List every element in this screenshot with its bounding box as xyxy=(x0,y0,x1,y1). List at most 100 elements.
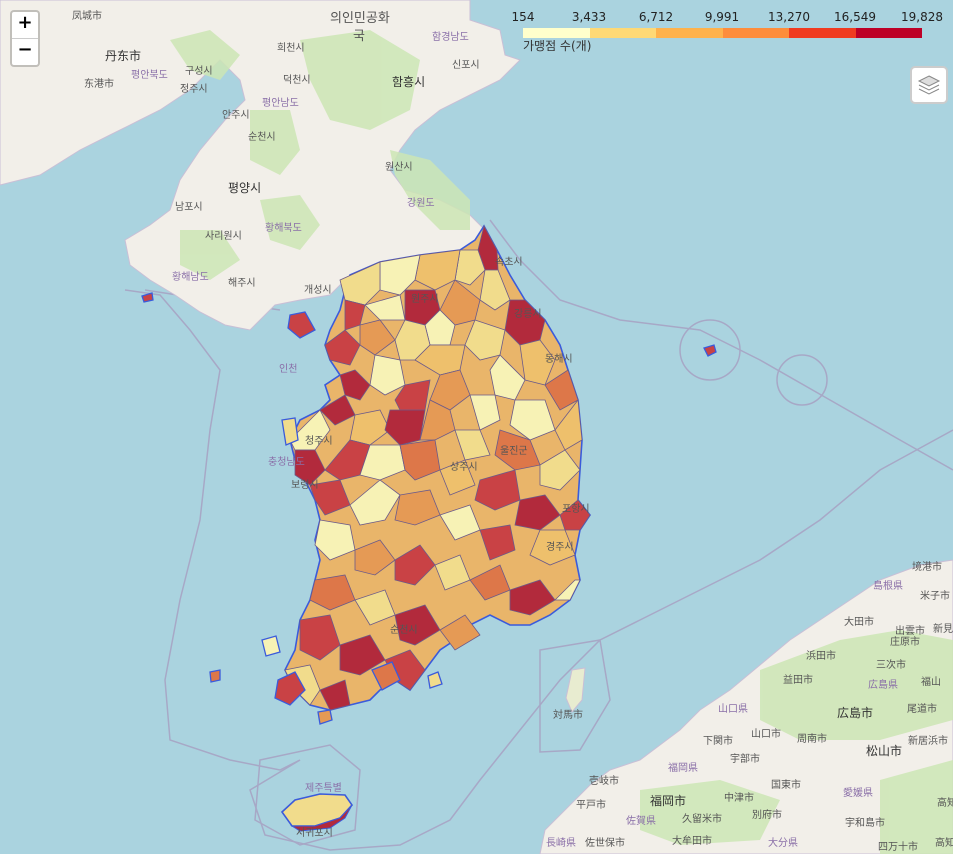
label-shobara: 庄原市 xyxy=(890,635,920,648)
label-cheongju: 청주시 xyxy=(305,435,333,447)
legend-swatch xyxy=(855,28,922,38)
label-sasebo: 佐世保市 xyxy=(585,836,625,849)
label-fukuoka: 福岡市 xyxy=(650,793,686,808)
label-shimanto: 四万十市 xyxy=(878,840,918,853)
label-jeju: 제주특별 xyxy=(305,782,342,794)
legend-title: 가맹점 수(개) xyxy=(523,39,592,53)
legend-tick: 16,549 xyxy=(834,10,876,24)
zoom-out-button[interactable]: − xyxy=(12,38,38,65)
label-iki: 壱岐市 xyxy=(589,774,619,787)
label-boryeong: 보령시 xyxy=(291,479,319,491)
label-hiroshima-pref: 広島県 xyxy=(868,678,898,691)
label-omuta: 大牟田市 xyxy=(672,834,712,847)
zoom-control: + − xyxy=(10,10,40,67)
label-kochi: 高知 xyxy=(937,796,953,809)
label-pyonganbuk: 평안북도 xyxy=(131,69,168,81)
label-kusong: 구성시 xyxy=(185,65,213,77)
label-onomichi: 尾道市 xyxy=(907,702,937,715)
label-tokchon: 덕천시 xyxy=(283,74,311,86)
label-yonago: 米子市 xyxy=(920,589,950,602)
label-hamhung: 함흥시 xyxy=(392,75,425,89)
label-kunisaki: 国東市 xyxy=(771,778,801,791)
label-seogwipo: 서귀포시 xyxy=(296,827,333,839)
label-pyongyang: 평양시 xyxy=(228,181,261,195)
map-canvas[interactable]: 凤城市 丹东市 东港市 의인민공화 국 함경남도 신포시 함흥시 희천시 구성시… xyxy=(0,0,953,854)
label-nakatsu: 中津市 xyxy=(724,791,754,804)
label-dandong: 丹东市 xyxy=(105,48,141,63)
label-matsuyama: 松山市 xyxy=(866,743,902,758)
label-guk: 국 xyxy=(353,29,365,44)
label-ube: 宇部市 xyxy=(730,752,760,765)
label-donghae: 동해시 xyxy=(545,352,573,365)
label-hwanghaenam: 황해남도 xyxy=(172,270,209,283)
label-beppu: 別府市 xyxy=(752,808,782,821)
label-sangju: 상주시 xyxy=(450,461,478,473)
label-saga: 佐賀県 xyxy=(626,815,656,827)
label-oda: 大田市 xyxy=(844,615,874,628)
label-incheon: 인천 xyxy=(279,363,297,375)
label-yamaguchi: 山口市 xyxy=(751,727,781,740)
label-anju: 안주시 xyxy=(222,109,250,121)
label-suncheon: 순천시 xyxy=(390,624,418,636)
label-chongju: 정주시 xyxy=(180,83,208,95)
label-shimonoseki: 下関市 xyxy=(703,734,733,747)
zoom-in-button[interactable]: + xyxy=(12,12,38,38)
label-yamaguchi-pref: 山口県 xyxy=(718,703,748,715)
legend-swatch xyxy=(656,28,723,38)
legend-swatch xyxy=(789,28,856,38)
label-kaesong: 개성시 xyxy=(304,284,332,296)
label-masuda: 益田市 xyxy=(783,673,813,686)
label-kurume: 久留米市 xyxy=(682,812,722,825)
label-dprk: 의인민공화 xyxy=(330,11,390,26)
legend-tick: 9,991 xyxy=(704,10,740,24)
label-hwanghaebuk: 황해북도 xyxy=(265,221,302,234)
label-chungnam: 충청남도 xyxy=(268,456,305,468)
label-shimane: 島根県 xyxy=(873,579,903,592)
label-hamgyongnam: 함경남도 xyxy=(432,30,469,43)
label-nagasaki: 長崎県 xyxy=(546,836,576,849)
label-sokcho: 속초시 xyxy=(495,256,523,268)
legend-tick: 19,828 xyxy=(901,10,943,24)
label-pohang: 포항시 xyxy=(562,503,590,515)
label-gyeongju: 경주시 xyxy=(546,540,574,553)
label-hamada: 浜田市 xyxy=(806,649,836,662)
label-haeju: 해주시 xyxy=(228,276,256,289)
label-oita: 大分県 xyxy=(768,836,798,849)
label-tsushima: 対馬市 xyxy=(553,708,583,721)
label-uljin: 울진군 xyxy=(500,445,528,457)
legend-tick: 6,712 xyxy=(638,10,674,24)
label-hirado: 平戸市 xyxy=(576,798,606,811)
label-fengcheng: 凤城市 xyxy=(72,9,102,22)
label-gangwon-nk: 강원도 xyxy=(407,197,435,209)
legend-swatch xyxy=(589,28,656,38)
label-miyoshi: 三次市 xyxy=(876,658,906,671)
label-sinpo: 신포시 xyxy=(452,59,480,71)
layers-button[interactable] xyxy=(910,66,948,104)
label-huichon: 희천시 xyxy=(277,42,305,54)
label-uwajima: 宇和島市 xyxy=(845,816,885,829)
label-fukuyama: 福山 xyxy=(921,675,941,688)
legend-tick: 154 xyxy=(511,10,535,24)
label-kochi2: 高知 xyxy=(935,836,953,849)
label-wonsan: 원산시 xyxy=(385,161,413,173)
label-donggang: 东港市 xyxy=(84,77,114,90)
legend-swatch xyxy=(722,28,789,38)
label-niihama: 新居浜市 xyxy=(908,734,948,747)
label-shunan: 周南市 xyxy=(797,732,827,745)
label-sariwon: 사리원시 xyxy=(205,230,242,242)
label-sakaiminato: 境港市 xyxy=(912,560,942,573)
legend-tick: 13,270 xyxy=(768,10,810,24)
label-hiroshima: 広島市 xyxy=(837,705,873,720)
label-izumo: 出雲市 xyxy=(895,624,925,637)
legend-tick: 3,433 xyxy=(571,10,607,24)
layers-icon xyxy=(917,75,941,95)
color-legend: 154 3,433 6,712 9,991 13,270 16,549 19,8… xyxy=(510,10,950,54)
label-niimi: 新見 xyxy=(933,622,953,635)
label-gangneung: 강릉시 xyxy=(514,308,542,320)
label-ehime: 愛媛県 xyxy=(843,786,873,799)
label-nampo: 남포시 xyxy=(175,201,203,213)
label-sunchon-nk: 순천시 xyxy=(248,131,276,143)
label-wonju: 원주시 xyxy=(411,293,439,305)
label-fukuoka-pref: 福岡県 xyxy=(668,761,698,774)
label-pyongannam: 평안남도 xyxy=(262,97,299,109)
